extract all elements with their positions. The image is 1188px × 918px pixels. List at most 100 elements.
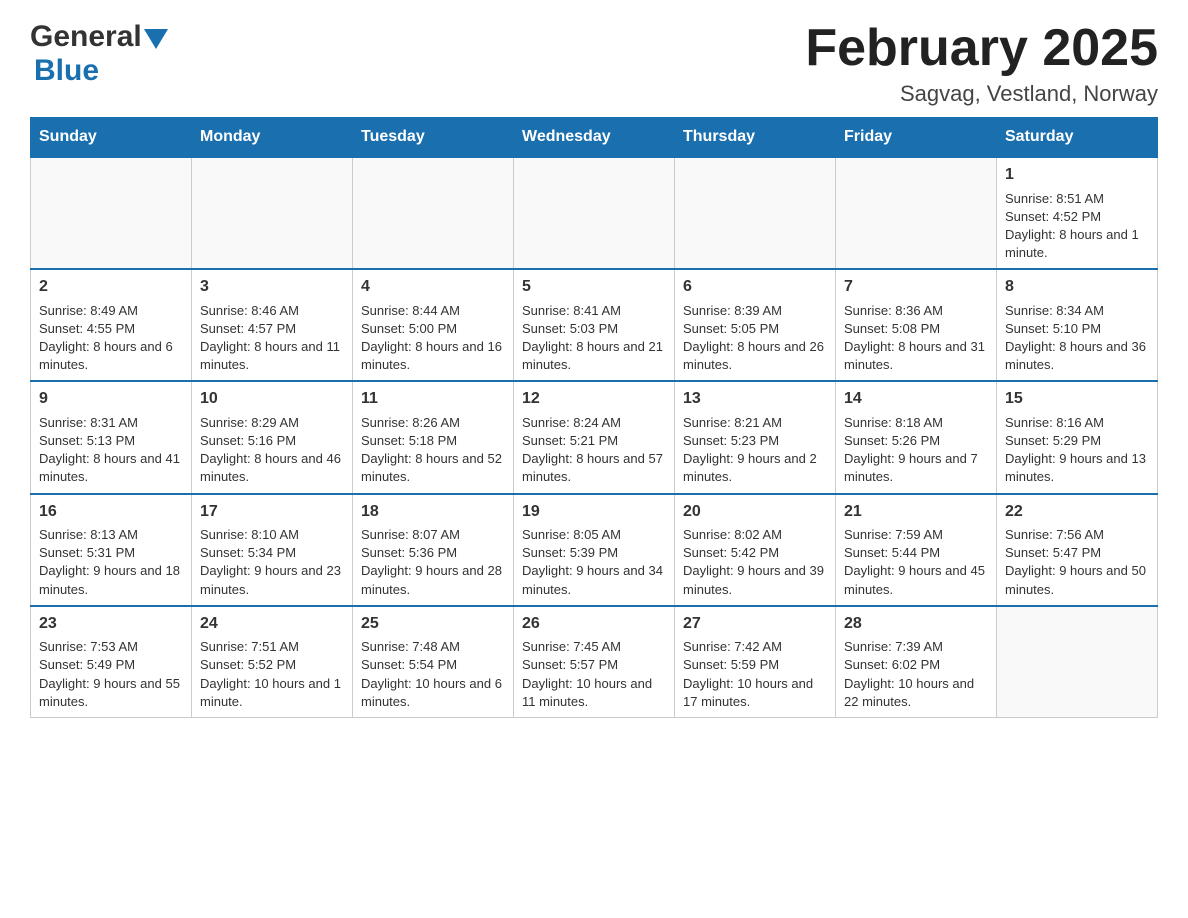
day-number: 22 [1005, 501, 1149, 523]
day-info-text: Sunset: 5:49 PM [39, 656, 183, 674]
day-number: 15 [1005, 388, 1149, 410]
day-info-text: Daylight: 8 hours and 36 minutes. [1005, 338, 1149, 374]
day-info-text: Daylight: 10 hours and 6 minutes. [361, 675, 505, 711]
day-number: 7 [844, 276, 988, 298]
day-info-text: Sunrise: 7:42 AM [683, 638, 827, 656]
day-info-text: Sunset: 5:00 PM [361, 320, 505, 338]
day-number: 25 [361, 613, 505, 635]
day-number: 28 [844, 613, 988, 635]
day-number: 27 [683, 613, 827, 635]
calendar-cell: 24Sunrise: 7:51 AMSunset: 5:52 PMDayligh… [192, 606, 353, 718]
day-number: 13 [683, 388, 827, 410]
day-info-text: Sunrise: 8:31 AM [39, 414, 183, 432]
day-info-text: Sunset: 5:16 PM [200, 432, 344, 450]
day-info-text: Daylight: 10 hours and 1 minute. [200, 675, 344, 711]
day-info-text: Sunset: 4:52 PM [1005, 208, 1149, 226]
day-info-text: Sunrise: 7:39 AM [844, 638, 988, 656]
day-info-text: Sunrise: 8:18 AM [844, 414, 988, 432]
calendar-week-row: 23 Sunrise: 7:53 AMSunset: 5:49 PM Dayligh… [31, 606, 1158, 718]
day-info-text: Sunrise: 7:59 AM [844, 526, 988, 544]
day-number: 14 [844, 388, 988, 410]
day-info-text: Sunrise: 8:39 AM [683, 302, 827, 320]
calendar-cell: 27Sunrise: 7:42 AMSunset: 5:59 PMDayligh… [675, 606, 836, 718]
day-info-text: Sunset: 5:23 PM [683, 432, 827, 450]
day-info-text: Daylight: 9 hours and 50 minutes. [1005, 562, 1149, 598]
day-info-text: Sunrise: 8:46 AM [200, 302, 344, 320]
day-number: 21 [844, 501, 988, 523]
day-number: 11 [361, 388, 505, 410]
calendar-week-row: 9Sunrise: 8:31 AMSunset: 5:13 PMDaylight… [31, 381, 1158, 493]
day-info-text: Sunrise: 7:56 AM [1005, 526, 1149, 544]
day-info-text: Daylight: 10 hours and 22 minutes. [844, 675, 988, 711]
day-info-text: Daylight: 8 hours and 21 minutes. [522, 338, 666, 374]
day-info-text: Daylight: 8 hours and 11 minutes. [200, 338, 344, 374]
day-number: 23 [39, 613, 183, 635]
day-info-text: Sunset: 5:57 PM [522, 656, 666, 674]
weekday-header-sunday: Sunday [31, 118, 192, 158]
day-info-text: Daylight: 10 hours and 17 minutes. [683, 675, 827, 711]
day-info-text: Sunset: 5:34 PM [200, 544, 344, 562]
calendar-cell: 18Sunrise: 8:07 AMSunset: 5:36 PMDayligh… [353, 494, 514, 606]
calendar-cell: 14Sunrise: 8:18 AMSunset: 5:26 PMDayligh… [836, 381, 997, 493]
calendar-cell: 21Sunrise: 7:59 AMSunset: 5:44 PMDayligh… [836, 494, 997, 606]
day-info-text: Sunrise: 8:49 AM [39, 302, 183, 320]
day-info-text: Sunrise: 8:13 AM [39, 526, 183, 544]
day-info-text: Sunset: 5:42 PM [683, 544, 827, 562]
day-info-text: Sunset: 5:52 PM [200, 656, 344, 674]
calendar-cell: 1Sunrise: 8:51 AMSunset: 4:52 PMDaylight… [997, 157, 1158, 269]
calendar-cell [192, 157, 353, 269]
day-info-text: Sunset: 5:08 PM [844, 320, 988, 338]
day-info-text: Daylight: 8 hours and 1 minute. [1005, 226, 1149, 262]
day-info-text: Sunrise: 8:36 AM [844, 302, 988, 320]
calendar-cell: 26Sunrise: 7:45 AMSunset: 5:57 PMDayligh… [514, 606, 675, 718]
day-info-text: Sunrise: 7:45 AM [522, 638, 666, 656]
calendar-week-row: 16Sunrise: 8:13 AMSunset: 5:31 PMDayligh… [31, 494, 1158, 606]
day-number: 19 [522, 501, 666, 523]
day-info-text: Daylight: 8 hours and 46 minutes. [200, 450, 344, 486]
day-info-text: Daylight: 8 hours and 57 minutes. [522, 450, 666, 486]
calendar-cell: 17Sunrise: 8:10 AMSunset: 5:34 PMDayligh… [192, 494, 353, 606]
calendar-cell: 6Sunrise: 8:39 AMSunset: 5:05 PMDaylight… [675, 269, 836, 381]
day-info-text: Sunrise: 8:21 AM [683, 414, 827, 432]
calendar-table: SundayMondayTuesdayWednesdayThursdayFrid… [30, 117, 1158, 718]
day-info-text: Daylight: 9 hours and 34 minutes. [522, 562, 666, 598]
day-info-text: Sunset: 5:39 PM [522, 544, 666, 562]
day-number: 1 [1005, 164, 1149, 186]
day-info-text: Daylight: 8 hours and 6 minutes. [39, 338, 183, 374]
calendar-cell: 3Sunrise: 8:46 AMSunset: 4:57 PMDaylight… [192, 269, 353, 381]
logo: General Blue [30, 20, 168, 88]
day-number: 2 [39, 276, 183, 298]
calendar-cell [353, 157, 514, 269]
calendar-cell: 20Sunrise: 8:02 AMSunset: 5:42 PMDayligh… [675, 494, 836, 606]
day-info-text: Sunrise: 7:53 AM [39, 638, 183, 656]
calendar-cell: 13Sunrise: 8:21 AMSunset: 5:23 PMDayligh… [675, 381, 836, 493]
calendar-cell: 28Sunrise: 7:39 AMSunset: 6:02 PMDayligh… [836, 606, 997, 718]
calendar-week-row: 2Sunrise: 8:49 AMSunset: 4:55 PMDaylight… [31, 269, 1158, 381]
location-text: Sagvag, Vestland, Norway [805, 81, 1158, 107]
weekday-header-thursday: Thursday [675, 118, 836, 158]
day-info-text: Daylight: 9 hours and 18 minutes. [39, 562, 183, 598]
day-info-text: Sunrise: 8:44 AM [361, 302, 505, 320]
logo-arrow-icon [144, 29, 168, 49]
calendar-cell: 19Sunrise: 8:05 AMSunset: 5:39 PMDayligh… [514, 494, 675, 606]
weekday-header-friday: Friday [836, 118, 997, 158]
page-header: General Blue February 2025 Sagvag, Vestl… [30, 20, 1158, 107]
day-number: 16 [39, 501, 183, 523]
day-info-text: Daylight: 8 hours and 31 minutes. [844, 338, 988, 374]
title-block: February 2025 Sagvag, Vestland, Norway [805, 20, 1158, 107]
logo-blue-text: Blue [34, 54, 99, 87]
day-info-text: Sunrise: 8:07 AM [361, 526, 505, 544]
day-info-text: Sunset: 5:54 PM [361, 656, 505, 674]
calendar-cell: 23Sunrise: 7:53 AMSunset: 5:49 PMDayligh… [31, 606, 192, 718]
day-info-text: Sunset: 5:03 PM [522, 320, 666, 338]
calendar-cell: 12Sunrise: 8:24 AMSunset: 5:21 PMDayligh… [514, 381, 675, 493]
day-info-text: Sunset: 4:55 PM [39, 320, 183, 338]
day-info-text: Daylight: 9 hours and 23 minutes. [200, 562, 344, 598]
calendar-cell: 10Sunrise: 8:29 AMSunset: 5:16 PMDayligh… [192, 381, 353, 493]
day-number: 24 [200, 613, 344, 635]
day-info-text: Sunset: 5:44 PM [844, 544, 988, 562]
calendar-cell: 7 Sunrise: 8:36 AMSunset: 5:08 PMDaylight… [836, 269, 997, 381]
calendar-cell [675, 157, 836, 269]
calendar-week-row: 1Sunrise: 8:51 AMSunset: 4:52 PMDaylight… [31, 157, 1158, 269]
calendar-cell: 16Sunrise: 8:13 AMSunset: 5:31 PMDayligh… [31, 494, 192, 606]
